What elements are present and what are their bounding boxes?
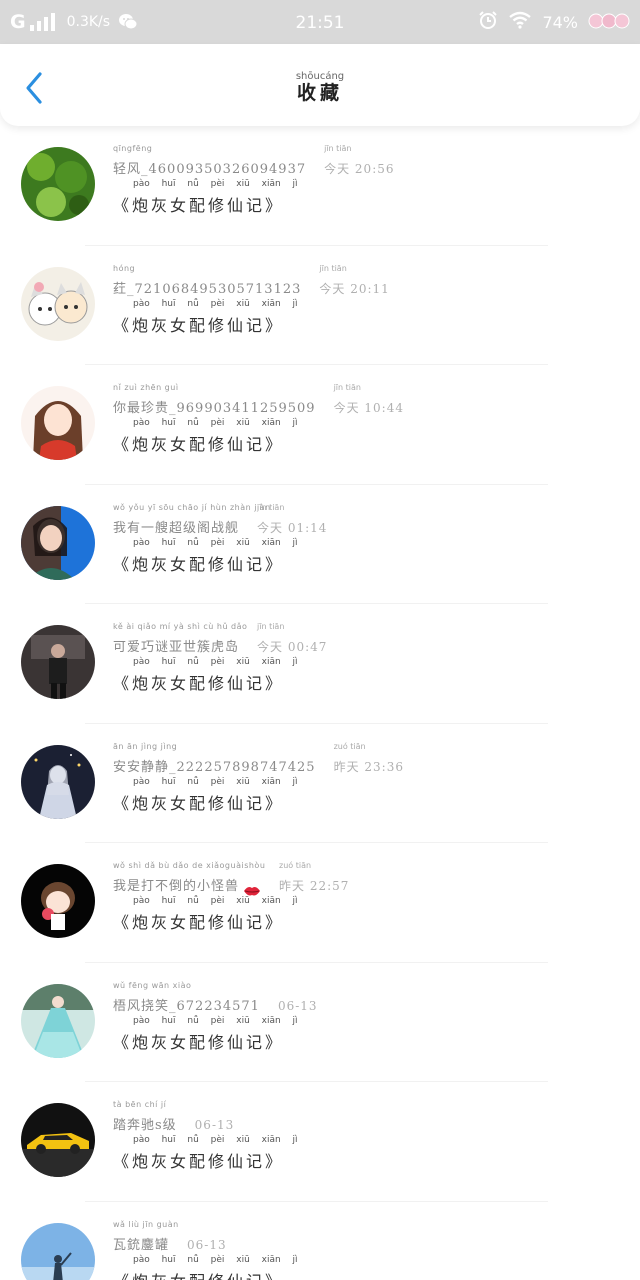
- timestamp-pinyin: zuó tiān: [279, 861, 312, 870]
- page-title-text: 收藏: [296, 82, 343, 104]
- timestamp-pinyin: jīn tiān: [333, 383, 361, 392]
- list-item[interactable]: ān ān jìng jìng 安安静静_222257898747425 zuó…: [0, 724, 640, 843]
- pig-emoji-icon: [588, 11, 632, 33]
- user-name[interactable]: 我是打不倒的小怪兽: [113, 879, 239, 894]
- list-item[interactable]: tà bēn chí jí 踏奔驰s级 06-13 pào huī nǚ pèi…: [0, 1082, 640, 1202]
- timestamp: 今天 20:56: [324, 162, 395, 176]
- book-title-pinyin: pào huī nǚ pèi xiū xiān jì: [133, 1254, 298, 1265]
- book-title[interactable]: 《炮灰女配修仙记》: [113, 1272, 284, 1280]
- avatar[interactable]: [21, 1222, 95, 1280]
- user-name[interactable]: 梧风挠笑_672234571: [113, 999, 260, 1014]
- user-name-pinyin: tà bēn chí jí: [113, 1100, 167, 1109]
- book-title-pinyin: pào huī nǚ pèi xiū xiān jì: [133, 896, 298, 906]
- book-title-pinyin: pào huī nǚ pèi xiū xiān jì: [133, 776, 298, 787]
- user-name-pinyin: nǐ zuì zhēn guì: [113, 383, 179, 392]
- user-name-pinyin: wǒ shì dǎ bù dǎo de xiǎoguàishòu: [113, 861, 266, 870]
- list-item[interactable]: kě ài qiǎo mí yà shì cù hǔ dǎo 可爱巧谜亚世簇虎岛…: [0, 604, 640, 724]
- avatar[interactable]: [21, 864, 95, 938]
- book-title[interactable]: 《炮灰女配修仙记》: [113, 1152, 284, 1171]
- timestamp-pinyin: zuó tiān: [333, 741, 366, 751]
- list-item[interactable]: nǐ zuì zhēn guì 你最珍贵_969903411259509 jīn…: [0, 365, 640, 485]
- book-title-pinyin: pào huī nǚ pèi xiū xiān jì: [133, 418, 298, 428]
- user-name[interactable]: 轻风_46009350326094937: [113, 162, 306, 177]
- list-item[interactable]: wǒ yǒu yī sōu chāo jí hùn zhàn jiàn 我有一艘…: [0, 485, 640, 604]
- book-title-pinyin: pào huī nǚ pèi xiū xiān jì: [133, 1135, 298, 1145]
- timestamp: 今天 01:14: [257, 520, 328, 535]
- avatar[interactable]: [21, 505, 95, 580]
- list-item[interactable]: wǔ fēng wān xiào 梧风挠笑_672234571 06-13 pà…: [0, 963, 640, 1082]
- page-title: shōucáng 收藏: [0, 71, 640, 105]
- avatar[interactable]: [21, 386, 95, 460]
- timestamp: 06-13: [277, 998, 318, 1013]
- timestamp-pinyin: jīn tiān: [324, 144, 352, 153]
- user-name-pinyin: qīngfēng: [113, 144, 153, 153]
- list-item[interactable]: wǒ shì dǎ bù dǎo de xiǎoguàishòu 我是打不倒的小…: [0, 843, 640, 963]
- book-title-pinyin: pào huī nǚ pèi xiū xiān jì: [133, 179, 298, 189]
- timestamp: 今天 20:11: [319, 281, 390, 296]
- book-title-pinyin: pào huī nǚ pèi xiū xiān jì: [133, 657, 298, 667]
- avatar[interactable]: [21, 983, 95, 1058]
- book-title[interactable]: 《炮灰女配修仙记》: [113, 555, 284, 574]
- timestamp: 昨天 23:36: [333, 759, 404, 774]
- list-item[interactable]: qīngfēng 轻风_46009350326094937 jīn tiān 今…: [0, 126, 640, 246]
- avatar[interactable]: [21, 147, 95, 221]
- timestamp: 今天 10:44: [333, 401, 404, 415]
- lips-emoji-icon: [243, 882, 261, 896]
- user-name[interactable]: 踏奔驰s级: [113, 1118, 177, 1133]
- user-name[interactable]: 安安静静_222257898747425: [113, 760, 316, 775]
- book-title-pinyin: pào huī nǚ pèi xiū xiān jì: [133, 298, 298, 309]
- avatar[interactable]: [21, 1103, 95, 1177]
- book-title[interactable]: 《炮灰女配修仙记》: [113, 913, 284, 932]
- favorites-list: qīngfēng 轻风_46009350326094937 jīn tiān 今…: [0, 126, 640, 1280]
- user-name[interactable]: 我有一艘超级阁战舰: [113, 521, 239, 536]
- book-title[interactable]: 《炮灰女配修仙记》: [113, 674, 284, 693]
- user-name-pinyin: wǒ yǒu yī sōu chāo jí hùn zhàn jiàn: [113, 502, 271, 512]
- book-title[interactable]: 《炮灰女配修仙记》: [113, 794, 284, 813]
- wifi-icon: [508, 11, 532, 33]
- list-item[interactable]: hóng 荭_721068495305713123 jīn tiān 今天 20…: [0, 246, 640, 365]
- timestamp: 06-13: [194, 1118, 235, 1132]
- nav-header: shōucáng 收藏: [0, 44, 640, 126]
- book-title[interactable]: 《炮灰女配修仙记》: [113, 435, 284, 454]
- user-name[interactable]: 荭_721068495305713123: [113, 282, 301, 297]
- timestamp: 昨天 22:57: [279, 879, 350, 893]
- user-name-pinyin: wǔ fēng wān xiào: [113, 980, 192, 990]
- user-name-pinyin: ān ān jìng jìng: [113, 741, 178, 751]
- timestamp-pinyin: jīn tiān: [257, 622, 285, 631]
- avatar[interactable]: [21, 744, 95, 819]
- user-name[interactable]: 瓦銃鏖罐: [113, 1238, 169, 1253]
- user-name[interactable]: 可爱巧谜亚世簇虎岛: [113, 640, 239, 655]
- book-title[interactable]: 《炮灰女配修仙记》: [113, 1033, 284, 1052]
- user-name[interactable]: 你最珍贵_969903411259509: [113, 401, 316, 416]
- book-title-pinyin: pào huī nǚ pèi xiū xiān jì: [133, 537, 298, 548]
- user-name-pinyin: kě ài qiǎo mí yà shì cù hǔ dǎo: [113, 622, 248, 631]
- battery-level: 74%: [542, 12, 578, 32]
- timestamp: 今天 00:47: [257, 640, 328, 654]
- timestamp-pinyin: jīn tiān: [257, 502, 285, 512]
- book-title[interactable]: 《炮灰女配修仙记》: [113, 196, 284, 215]
- page-title-pinyin: shōucáng: [295, 71, 345, 82]
- alarm-icon: [478, 10, 498, 34]
- timestamp-pinyin: jīn tiān: [319, 263, 347, 273]
- user-name-pinyin: wǎ liù jīn guàn: [113, 1219, 179, 1229]
- avatar[interactable]: [21, 625, 95, 699]
- user-name-pinyin: hóng: [113, 263, 136, 273]
- book-title-pinyin: pào huī nǚ pèi xiū xiān jì: [133, 1015, 298, 1026]
- timestamp: 06-13: [187, 1237, 227, 1252]
- list-item[interactable]: wǎ liù jīn guàn 瓦銃鏖罐 06-13 pào huī nǚ pè…: [0, 1202, 640, 1280]
- status-bar: G 0.3K/s 21:51 74%: [0, 0, 640, 44]
- book-title[interactable]: 《炮灰女配修仙记》: [113, 316, 284, 335]
- avatar[interactable]: [21, 266, 95, 341]
